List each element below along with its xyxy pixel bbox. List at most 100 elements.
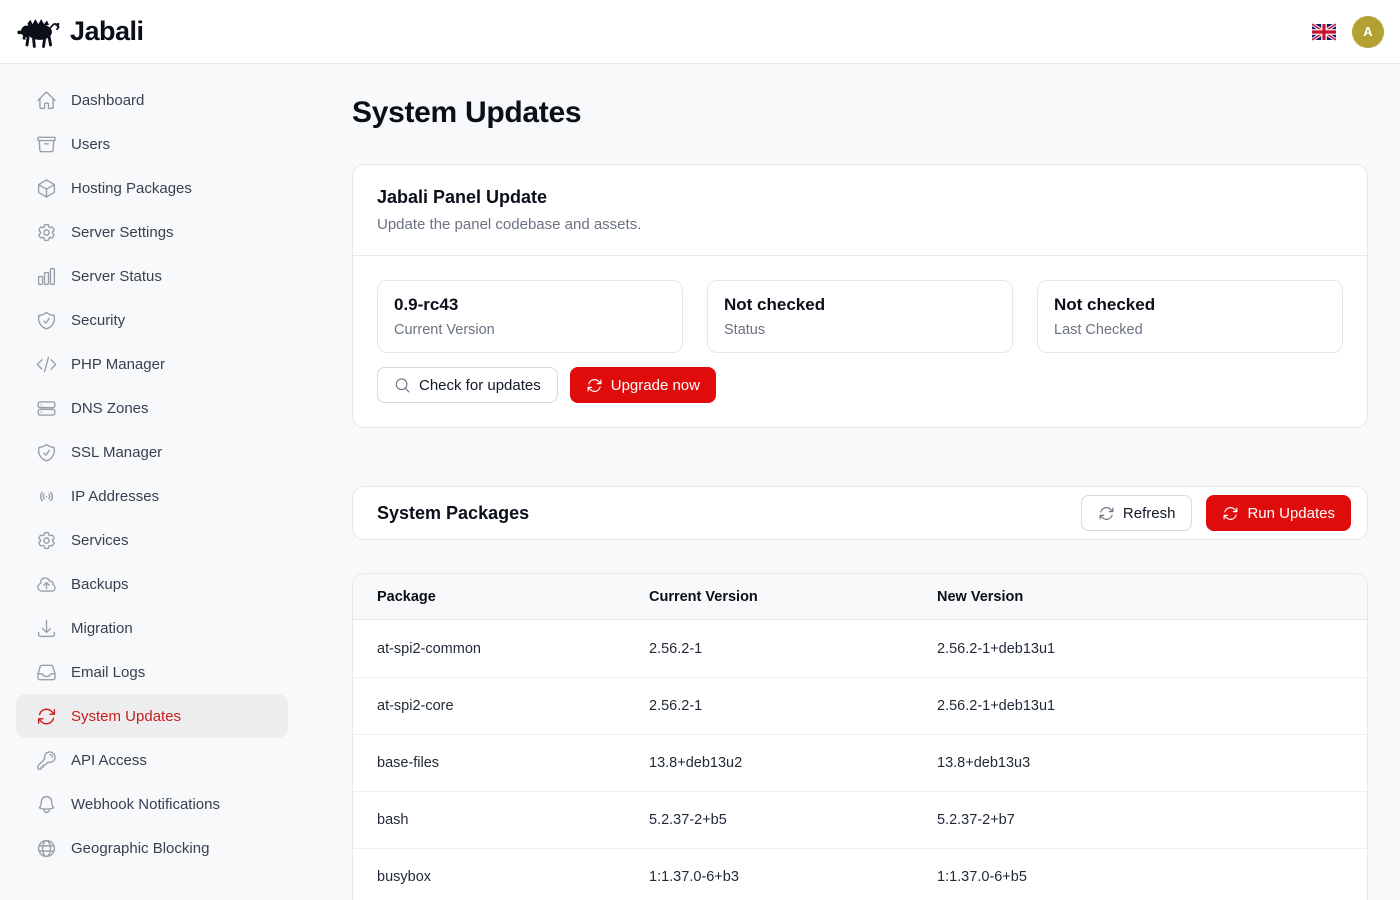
sidebar-item-label: Server Status bbox=[71, 268, 162, 285]
sidebar-item-label: Migration bbox=[71, 620, 133, 637]
sidebar-item-security[interactable]: Security bbox=[16, 298, 288, 342]
current-version-cell: 2.56.2-1 bbox=[625, 698, 913, 714]
stat-box-current-version: 0.9-rc43 Current Version bbox=[377, 280, 683, 353]
gear-icon bbox=[36, 530, 57, 551]
download-icon bbox=[36, 618, 57, 639]
topbar: Jabali A bbox=[0, 0, 1400, 64]
sidebar-item-geographic-blocking[interactable]: Geographic Blocking bbox=[16, 826, 288, 870]
stat-value: Not checked bbox=[1054, 295, 1326, 315]
page-title: System Updates bbox=[352, 96, 1368, 130]
upgrade-now-button[interactable]: Upgrade now bbox=[570, 367, 716, 403]
gear-icon bbox=[36, 222, 57, 243]
table-row: bash5.2.37-2+b55.2.37-2+b7 bbox=[353, 791, 1367, 848]
sidebar-item-label: DNS Zones bbox=[71, 400, 149, 417]
run-updates-button[interactable]: Run Updates bbox=[1206, 495, 1351, 531]
stat-value: Not checked bbox=[724, 295, 996, 315]
refresh-icon bbox=[586, 377, 603, 394]
stat-box-last-checked: Not checked Last Checked bbox=[1037, 280, 1343, 353]
sidebar-item-label: Services bbox=[71, 532, 129, 549]
refresh-packages-button[interactable]: Refresh bbox=[1081, 495, 1193, 531]
sidebar-item-services[interactable]: Services bbox=[16, 518, 288, 562]
server-stack-icon bbox=[36, 398, 57, 419]
sidebar-item-php-manager[interactable]: PHP Manager bbox=[16, 342, 288, 386]
stat-value: 0.9-rc43 bbox=[394, 295, 666, 315]
version-stats: 0.9-rc43 Current Version Not checked Status… bbox=[377, 280, 1343, 353]
sidebar-item-dns-zones[interactable]: DNS Zones bbox=[16, 386, 288, 430]
stat-label: Current Version bbox=[394, 322, 666, 338]
brand[interactable]: Jabali bbox=[16, 13, 144, 51]
archive-box-icon bbox=[36, 134, 57, 155]
signal-icon bbox=[36, 486, 57, 507]
sidebar-item-dashboard[interactable]: Dashboard bbox=[16, 78, 288, 122]
stat-box-status: Not checked Status bbox=[707, 280, 1013, 353]
sidebar-item-label: API Access bbox=[71, 752, 147, 769]
search-icon bbox=[394, 377, 411, 394]
sidebar-item-api-access[interactable]: API Access bbox=[16, 738, 288, 782]
sidebar-item-hosting-packages[interactable]: Hosting Packages bbox=[16, 166, 288, 210]
sidebar-item-label: Hosting Packages bbox=[71, 180, 192, 197]
package-name-cell: base-files bbox=[353, 755, 625, 771]
new-version-cell: 2.56.2-1+deb13u1 bbox=[913, 698, 1367, 714]
column-header-new-version: New Version bbox=[913, 589, 1367, 605]
inbox-icon bbox=[36, 662, 57, 683]
package-name-cell: bash bbox=[353, 812, 625, 828]
globe-icon bbox=[36, 838, 57, 859]
bar-chart-icon bbox=[36, 266, 57, 287]
code-icon bbox=[36, 354, 57, 375]
sidebar-item-ip-addresses[interactable]: IP Addresses bbox=[16, 474, 288, 518]
shield-check-icon bbox=[36, 310, 57, 331]
current-version-cell: 1:1.37.0-6+b3 bbox=[625, 869, 913, 885]
table-row: at-spi2-common2.56.2-12.56.2-1+deb13u1 bbox=[353, 620, 1367, 677]
bell-icon bbox=[36, 794, 57, 815]
panel-update-subtitle: Update the panel codebase and assets. bbox=[377, 216, 1343, 233]
package-name-cell: busybox bbox=[353, 869, 625, 885]
sidebar-item-label: System Updates bbox=[71, 708, 181, 725]
sidebar-item-label: Webhook Notifications bbox=[71, 796, 220, 813]
package-name-cell: at-spi2-core bbox=[353, 698, 625, 714]
current-version-cell: 13.8+deb13u2 bbox=[625, 755, 913, 771]
sidebar-item-migration[interactable]: Migration bbox=[16, 606, 288, 650]
new-version-cell: 1:1.37.0-6+b5 bbox=[913, 869, 1367, 885]
sidebar-item-label: IP Addresses bbox=[71, 488, 159, 505]
sidebar-item-label: Geographic Blocking bbox=[71, 840, 209, 857]
sidebar-item-label: PHP Manager bbox=[71, 356, 165, 373]
cube-icon bbox=[36, 178, 57, 199]
brand-name: Jabali bbox=[70, 16, 144, 47]
language-flag-button[interactable] bbox=[1312, 23, 1336, 41]
sidebar-item-server-settings[interactable]: Server Settings bbox=[16, 210, 288, 254]
stat-label: Status bbox=[724, 322, 996, 338]
package-name-cell: at-spi2-common bbox=[353, 641, 625, 657]
packages-table: Package Current Version New Version at-s… bbox=[352, 573, 1368, 900]
home-icon bbox=[36, 90, 57, 111]
sidebar: Dashboard Users Hosting Packages Server Set… bbox=[0, 64, 304, 900]
system-packages-header-card: System Packages Refresh Run Updates bbox=[352, 486, 1368, 540]
sidebar-item-email-logs[interactable]: Email Logs bbox=[16, 650, 288, 694]
sidebar-item-label: Server Settings bbox=[71, 224, 174, 241]
sidebar-item-label: Users bbox=[71, 136, 110, 153]
user-avatar[interactable]: A bbox=[1352, 16, 1384, 48]
cloud-upload-icon bbox=[36, 574, 57, 595]
system-packages-title: System Packages bbox=[377, 503, 529, 524]
panel-update-title: Jabali Panel Update bbox=[377, 187, 1343, 208]
sidebar-item-webhook-notifications[interactable]: Webhook Notifications bbox=[16, 782, 288, 826]
sidebar-item-label: Email Logs bbox=[71, 664, 145, 681]
current-version-cell: 5.2.37-2+b5 bbox=[625, 812, 913, 828]
sidebar-item-label: Backups bbox=[71, 576, 129, 593]
check-for-updates-button[interactable]: Check for updates bbox=[377, 367, 558, 403]
sidebar-item-label: Security bbox=[71, 312, 125, 329]
refresh-icon bbox=[1222, 505, 1239, 522]
sidebar-item-system-updates[interactable]: System Updates bbox=[16, 694, 288, 738]
sidebar-item-users[interactable]: Users bbox=[16, 122, 288, 166]
boar-logo-icon bbox=[16, 13, 62, 51]
sidebar-item-backups[interactable]: Backups bbox=[16, 562, 288, 606]
sidebar-item-label: Dashboard bbox=[71, 92, 144, 109]
current-version-cell: 2.56.2-1 bbox=[625, 641, 913, 657]
packages-table-header: Package Current Version New Version bbox=[353, 574, 1367, 620]
panel-update-card: Jabali Panel Update Update the panel cod… bbox=[352, 164, 1368, 428]
refresh-icon bbox=[1098, 505, 1115, 522]
table-row: at-spi2-core2.56.2-12.56.2-1+deb13u1 bbox=[353, 677, 1367, 734]
sidebar-item-server-status[interactable]: Server Status bbox=[16, 254, 288, 298]
stat-label: Last Checked bbox=[1054, 322, 1326, 338]
main-content: System Updates Jabali Panel Update Updat… bbox=[304, 64, 1400, 900]
sidebar-item-ssl-manager[interactable]: SSL Manager bbox=[16, 430, 288, 474]
